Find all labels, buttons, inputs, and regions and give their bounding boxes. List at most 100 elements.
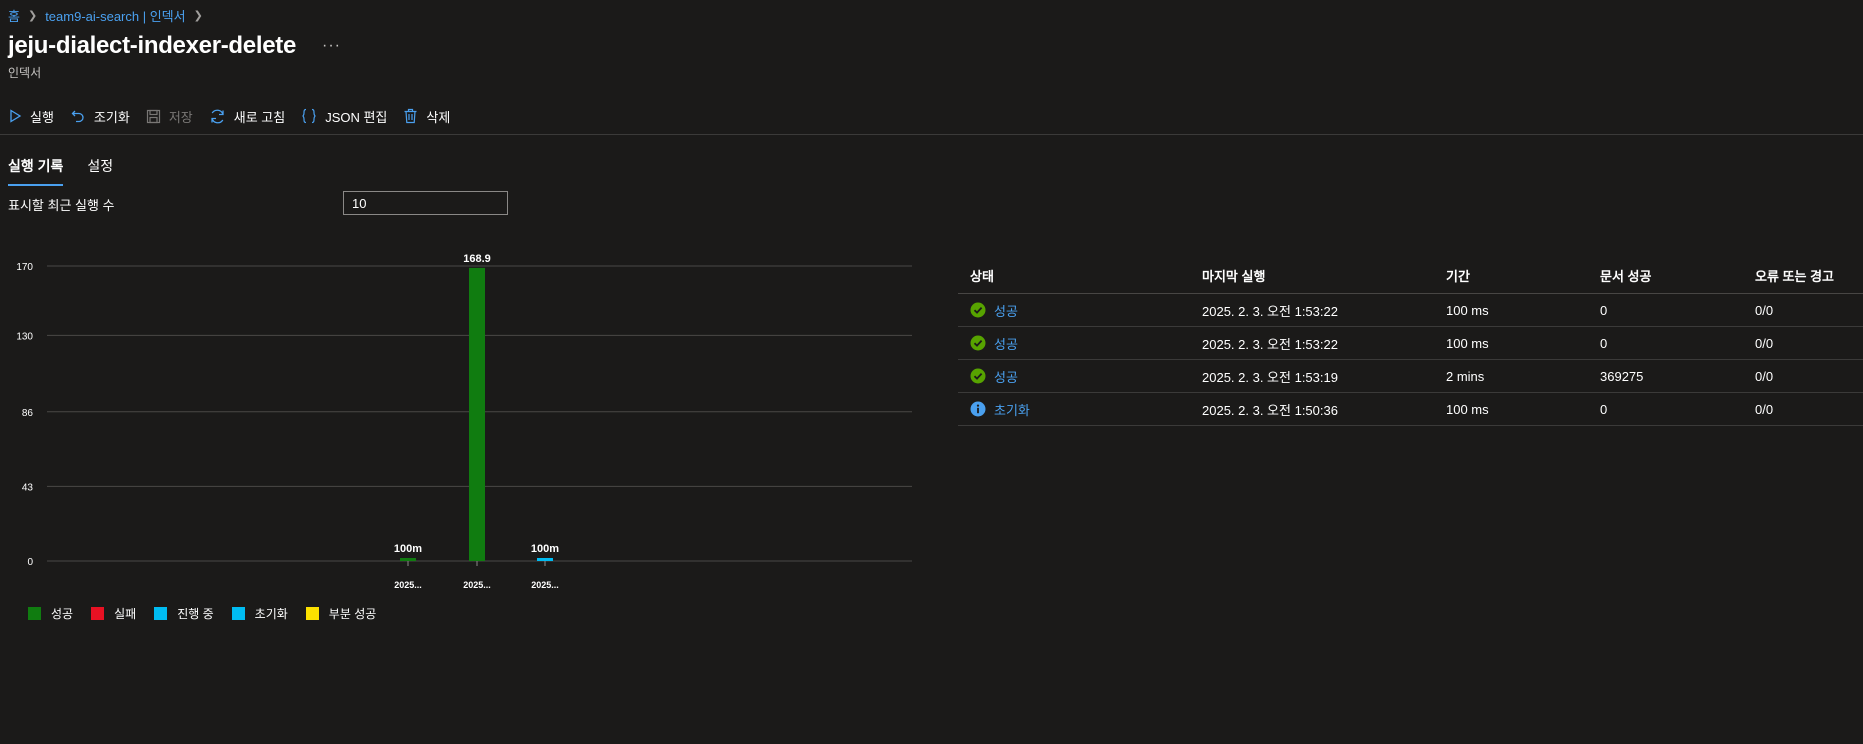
status-cell: 성공 <box>958 301 1202 320</box>
success-check-icon <box>970 335 986 351</box>
refresh-icon <box>211 109 224 123</box>
tab-list: 실행 기록 설정 <box>8 156 137 186</box>
docs-succeeded-cell: 0 <box>1600 302 1608 318</box>
legend-swatch <box>154 607 168 620</box>
page-title: jeju-dialect-indexer-delete <box>8 32 296 59</box>
tab-settings[interactable]: 설정 <box>87 156 113 186</box>
chevron-right-icon: ❯ <box>27 10 38 22</box>
duration-cell: 100 ms <box>1446 302 1489 318</box>
execution-history-table: 상태 마지막 실행 기간 문서 성공 오류 또는 경고 성공 2025. 2. … <box>958 258 1863 426</box>
last-run-cell: 2025. 2. 3. 오전 1:53:22 <box>1202 336 1338 352</box>
page-subtitle: 인덱서 <box>8 66 42 80</box>
legend-item[interactable]: 성공 <box>28 605 73 622</box>
legend-swatch <box>28 607 41 620</box>
duration-cell: 2 mins <box>1446 368 1485 384</box>
save-icon <box>146 109 160 123</box>
column-header-last-run[interactable]: 마지막 실행 <box>1202 266 1446 285</box>
legend-item[interactable]: 실패 <box>91 605 136 622</box>
column-header-errors-warnings[interactable]: 오류 또는 경고 <box>1755 266 1863 285</box>
x-tick-label: 2025... <box>463 580 491 590</box>
chevron-right-icon: ❯ <box>193 10 203 22</box>
table-row[interactable]: 성공 2025. 2. 3. 오전 1:53:22 100 ms 0 0/0 <box>958 294 1863 327</box>
recent-runs-input[interactable] <box>343 191 508 215</box>
breadcrumb: 홈 ❯ team9-ai-search | 인덱서 ❯ <box>8 6 211 25</box>
toolbar-divider <box>0 134 1863 135</box>
column-header-duration[interactable]: 기간 <box>1446 266 1600 285</box>
column-header-status[interactable]: 상태 <box>958 266 1202 285</box>
y-tick-label: 0 <box>27 557 33 568</box>
last-run-cell: 2025. 2. 3. 오전 1:53:22 <box>1202 303 1338 319</box>
legend-label: 부분 성공 <box>328 607 377 621</box>
status-link[interactable]: 성공 <box>994 367 1018 386</box>
chart-bar <box>537 558 553 561</box>
x-tick-label: 2025... <box>531 580 559 590</box>
command-bar: 실행 조기화 저장 새로 고침 JSON 편집 삭제 <box>8 104 466 128</box>
undo-icon <box>71 110 84 123</box>
breadcrumb-service-link[interactable]: team9-ai-search | 인덱서 <box>45 6 185 25</box>
save-button[interactable]: 저장 <box>146 107 193 126</box>
title-row: jeju-dialect-indexer-delete ··· <box>8 32 341 60</box>
delete-button[interactable]: 삭제 <box>403 107 450 126</box>
docs-succeeded-cell: 0 <box>1600 335 1608 351</box>
trash-icon <box>404 108 417 124</box>
x-tick-label: 2025... <box>394 580 422 590</box>
success-check-icon <box>970 368 986 384</box>
execution-history-chart: 0 43 86 130 170 100m 2025... 168.9 2025... 100m 20… <box>16 253 912 590</box>
delete-button-label: 삭제 <box>426 109 451 125</box>
edit-json-button-label: JSON 편집 <box>325 109 388 125</box>
breadcrumb-home-link[interactable]: 홈 <box>8 6 20 25</box>
braces-icon <box>302 108 316 124</box>
success-check-icon <box>970 302 986 318</box>
status-link[interactable]: 성공 <box>994 301 1018 320</box>
legend-swatch <box>91 607 105 620</box>
errors-warnings-cell: 0/0 <box>1755 335 1774 351</box>
legend-item[interactable]: 초기화 <box>231 605 288 622</box>
chart-bar <box>469 267 485 561</box>
legend-label: 진행 중 <box>177 607 214 621</box>
legend-swatch <box>231 607 245 620</box>
y-tick-label: 86 <box>22 408 34 419</box>
tab-execution-history[interactable]: 실행 기록 <box>8 156 64 186</box>
legend-label: 초기화 <box>254 607 288 621</box>
y-tick-label: 170 <box>16 262 33 273</box>
reset-button-label: 조기화 <box>93 109 130 125</box>
legend-label: 실패 <box>114 607 137 621</box>
last-run-cell: 2025. 2. 3. 오전 1:50:36 <box>1202 402 1338 418</box>
status-link[interactable]: 초기화 <box>994 400 1030 419</box>
column-header-docs-succeeded[interactable]: 문서 성공 <box>1600 266 1755 285</box>
legend-label: 성공 <box>51 607 74 621</box>
edit-json-button[interactable]: JSON 편집 <box>301 107 387 126</box>
duration-cell: 100 ms <box>1446 401 1489 417</box>
run-button[interactable]: 실행 <box>8 107 54 126</box>
legend-swatch <box>305 607 319 620</box>
docs-succeeded-cell: 369275 <box>1600 368 1644 384</box>
table-row[interactable]: 초기화 2025. 2. 3. 오전 1:50:36 100 ms 0 0/0 <box>958 393 1863 426</box>
more-options-icon[interactable]: ··· <box>322 37 341 55</box>
table-row[interactable]: 성공 2025. 2. 3. 오전 1:53:22 100 ms 0 0/0 <box>958 327 1863 360</box>
chart-bar <box>400 558 416 561</box>
errors-warnings-cell: 0/0 <box>1755 302 1774 318</box>
last-run-cell: 2025. 2. 3. 오전 1:53:19 <box>1202 369 1338 385</box>
run-button-label: 실행 <box>30 109 54 125</box>
y-tick-label: 43 <box>22 482 34 493</box>
status-cell: 성공 <box>958 334 1202 353</box>
refresh-button[interactable]: 새로 고침 <box>209 107 285 126</box>
info-icon <box>970 401 986 417</box>
status-link[interactable]: 성공 <box>994 334 1018 353</box>
data-label: 100m <box>531 543 559 555</box>
legend-item[interactable]: 부분 성공 <box>305 605 377 622</box>
data-label: 100m <box>394 543 422 555</box>
data-label: 168.9 <box>463 253 491 265</box>
errors-warnings-cell: 0/0 <box>1755 401 1774 417</box>
legend-item[interactable]: 진행 중 <box>154 605 214 622</box>
errors-warnings-cell: 0/0 <box>1755 368 1774 384</box>
reset-button[interactable]: 조기화 <box>70 107 130 126</box>
y-tick-label: 130 <box>16 331 33 342</box>
docs-succeeded-cell: 0 <box>1600 401 1608 417</box>
save-button-label: 저장 <box>168 109 193 125</box>
table-row[interactable]: 성공 2025. 2. 3. 오전 1:53:19 2 mins 369275 … <box>958 360 1863 393</box>
table-header: 상태 마지막 실행 기간 문서 성공 오류 또는 경고 <box>958 258 1863 294</box>
refresh-button-label: 새로 고침 <box>233 109 286 125</box>
status-cell: 성공 <box>958 367 1202 386</box>
recent-runs-label: 표시할 최근 실행 수 <box>8 198 115 213</box>
